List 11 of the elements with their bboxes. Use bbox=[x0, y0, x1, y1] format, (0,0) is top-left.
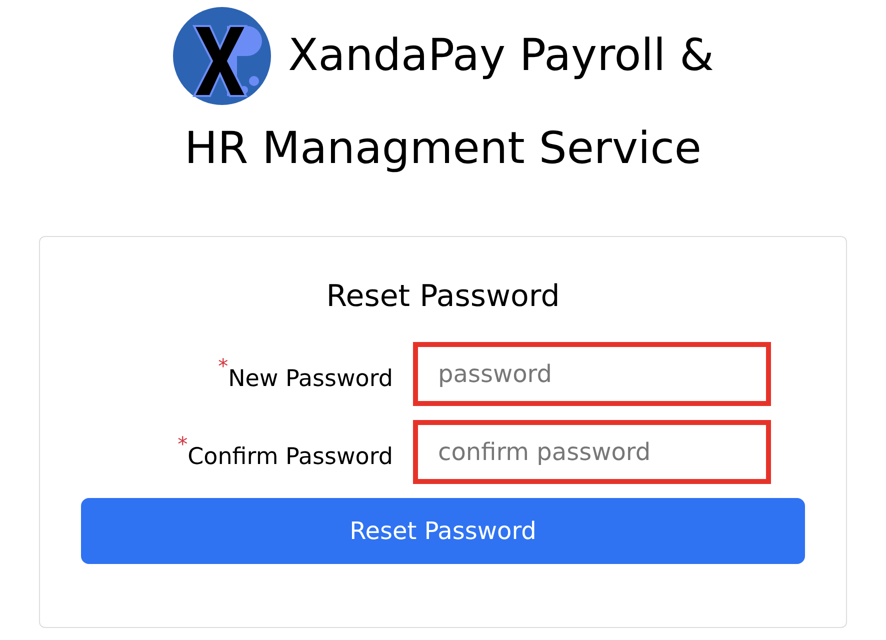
password-field[interactable]: password bbox=[413, 342, 771, 406]
required-mark: * bbox=[178, 434, 188, 454]
field-label: Confirm Password bbox=[188, 444, 393, 470]
app-title: HR Managment Service bbox=[184, 122, 702, 176]
password-field[interactable]: confirm password bbox=[413, 420, 771, 484]
app-title: XandaPay Payroll & bbox=[288, 29, 714, 83]
form-heading: Reset Password bbox=[326, 279, 560, 314]
field-label: New Password bbox=[228, 366, 393, 392]
required-mark: * bbox=[218, 356, 228, 376]
logo-icon bbox=[172, 6, 272, 106]
reset-password-button[interactable]: Reset Password bbox=[81, 498, 805, 564]
